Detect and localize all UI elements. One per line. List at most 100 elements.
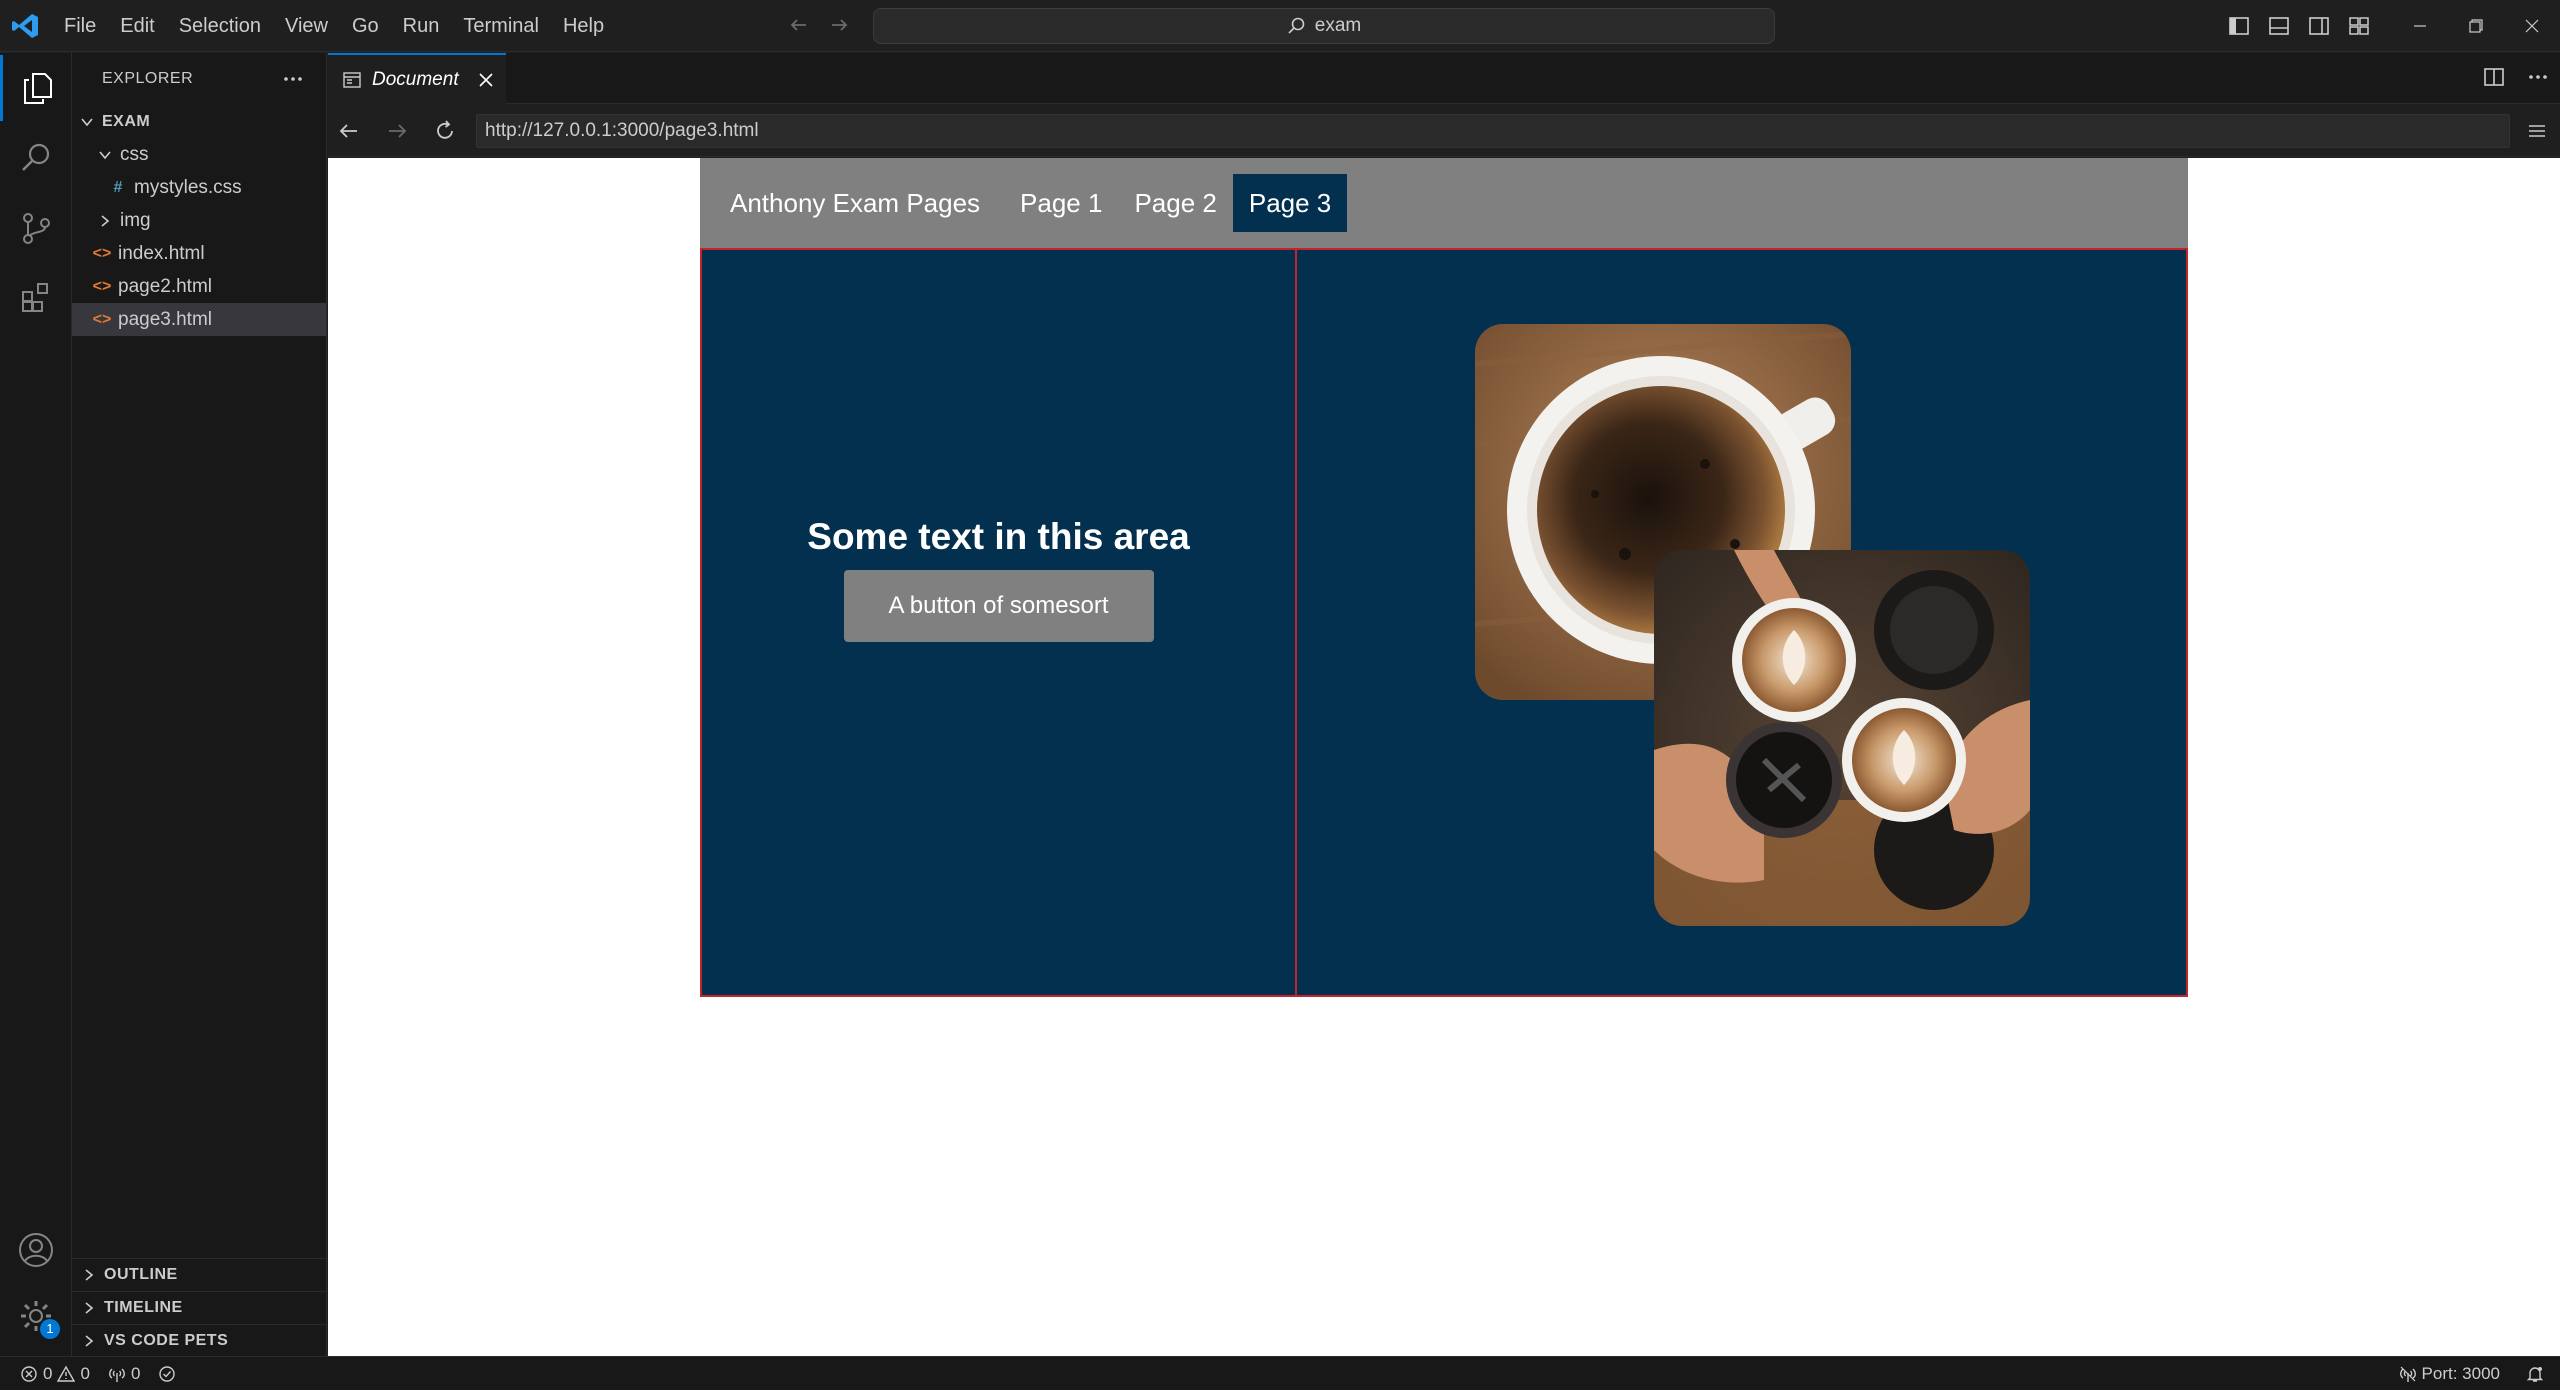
search-icon <box>18 140 54 176</box>
outline-section[interactable]: OUTLINE <box>72 1258 326 1291</box>
toggle-primary-sidebar-icon[interactable] <box>2226 13 2252 39</box>
tree-item-label: img <box>120 209 151 231</box>
menu-file[interactable]: File <box>52 9 108 43</box>
source-control-icon <box>18 210 54 246</box>
settings-badge: 1 <box>40 1319 60 1339</box>
back-arrow-icon[interactable] <box>786 12 812 38</box>
status-bar-left: 0 0 0 <box>20 1357 176 1390</box>
command-center-label: exam <box>1314 15 1362 36</box>
explorer-header: EXPLORER <box>72 53 326 105</box>
site-brand[interactable]: Anthony Exam Pages <box>728 188 982 219</box>
tree-item-mystyles-css[interactable]: # mystyles.css <box>72 171 326 204</box>
chevron-down-icon <box>96 146 114 164</box>
minimize-icon[interactable] <box>2392 0 2448 52</box>
tab-label: Document <box>372 68 459 90</box>
forward-arrow-icon[interactable] <box>826 12 852 38</box>
preview-icon <box>342 70 362 90</box>
problems-indicator[interactable]: 0 0 <box>20 1364 90 1384</box>
menu-view[interactable]: View <box>273 9 340 43</box>
url-input[interactable]: http://127.0.0.1:3000/page3.html <box>476 114 2510 148</box>
more-actions-icon[interactable] <box>2526 65 2550 89</box>
close-tab-icon[interactable] <box>477 71 495 89</box>
menu-terminal[interactable]: Terminal <box>451 9 551 43</box>
vscode-logo-icon <box>10 12 40 40</box>
coffee-hands-image <box>1654 550 2030 926</box>
tree-item-label: page2.html <box>118 275 213 297</box>
antenna-icon <box>108 1365 126 1383</box>
workspace-folder[interactable]: EXAM <box>72 105 326 138</box>
accounts-activity[interactable] <box>0 1217 72 1283</box>
tree-item-img-folder[interactable]: img <box>72 204 326 237</box>
status-bar: 0 0 0 Port: 3000 <box>0 1356 2560 1390</box>
error-count: 0 <box>43 1363 53 1383</box>
manage-activity[interactable]: 1 <box>0 1283 72 1349</box>
tree-item-page3-html[interactable]: <> page3.html <box>72 303 326 336</box>
tree-item-index-html[interactable]: <> index.html <box>72 237 326 270</box>
nav-link-page-3[interactable]: Page 3 <box>1232 174 1348 232</box>
customize-layout-icon[interactable] <box>2346 13 2372 39</box>
cta-button[interactable]: A button of somesort <box>843 569 1154 642</box>
menu-run[interactable]: Run <box>391 9 452 43</box>
menu-help[interactable]: Help <box>551 9 616 43</box>
toggle-secondary-sidebar-icon[interactable] <box>2306 13 2332 39</box>
browser-menu-icon[interactable] <box>2524 118 2550 144</box>
error-icon <box>20 1365 38 1383</box>
source-control-activity[interactable] <box>0 195 72 261</box>
ports-indicator[interactable]: 0 <box>108 1364 140 1384</box>
browser-forward-icon[interactable] <box>384 118 410 144</box>
menu-go[interactable]: Go <box>340 9 391 43</box>
timeline-section[interactable]: TIMELINE <box>72 1291 326 1324</box>
close-window-icon[interactable] <box>2504 0 2560 52</box>
ports-count: 0 <box>130 1363 141 1383</box>
extensions-activity[interactable] <box>0 265 72 331</box>
workspace-folder-label: EXAM <box>102 112 151 130</box>
vscode-pets-section[interactable]: VS CODE PETS <box>72 1324 326 1357</box>
restore-icon[interactable] <box>2448 0 2504 52</box>
explorer-activity[interactable] <box>0 55 72 121</box>
window-controls <box>2392 0 2560 52</box>
browser-back-icon[interactable] <box>336 118 362 144</box>
editor-tabs: Document <box>328 53 2560 104</box>
hero-heading: Some text in this area <box>807 515 1190 557</box>
site-navbar: Anthony Exam Pages Page 1 Page 2 Page 3 <box>700 158 2188 248</box>
chevron-down-icon <box>78 113 96 131</box>
site-page: Anthony Exam Pages Page 1 Page 2 Page 3 … <box>700 158 2188 997</box>
split-editor-icon[interactable] <box>2482 65 2506 89</box>
site-content: Some text in this area A button of somes… <box>700 248 2188 997</box>
tree-item-css-folder[interactable]: css <box>72 138 326 171</box>
command-center-search[interactable]: exam <box>873 8 1775 44</box>
chevron-right-icon <box>96 212 114 230</box>
reload-icon[interactable] <box>432 118 458 144</box>
html-file-icon: <> <box>92 310 112 328</box>
chevron-right-icon <box>80 1299 98 1317</box>
activity-bar: 1 <box>0 53 72 1356</box>
search-activity[interactable] <box>0 125 72 191</box>
html-file-icon: <> <box>92 244 112 262</box>
check-indicator[interactable] <box>158 1365 176 1383</box>
tab-document[interactable]: Document <box>328 53 506 104</box>
live-server-port[interactable]: Port: 3000 <box>2399 1364 2500 1384</box>
more-actions-icon[interactable] <box>282 68 304 90</box>
text-column: Some text in this area A button of somes… <box>702 250 1297 995</box>
history-navigation <box>786 12 852 38</box>
menu-edit[interactable]: Edit <box>108 9 166 43</box>
menu-selection[interactable]: Selection <box>167 9 273 43</box>
tree-item-page2-html[interactable]: <> page2.html <box>72 270 326 303</box>
html-file-icon: <> <box>92 277 112 295</box>
menu-bar: File Edit Selection View Go Run Terminal… <box>52 0 616 52</box>
section-label: TIMELINE <box>104 1299 183 1316</box>
files-icon <box>20 70 56 106</box>
section-label: VS CODE PETS <box>104 1332 229 1349</box>
check-circle-icon <box>158 1365 176 1383</box>
simple-browser-toolbar: http://127.0.0.1:3000/page3.html <box>328 105 2560 157</box>
chevron-right-icon <box>80 1332 98 1350</box>
title-bar-controls <box>2212 0 2560 52</box>
image-column <box>1297 250 2186 995</box>
web-preview: Anthony Exam Pages Page 1 Page 2 Page 3 … <box>328 158 2560 1356</box>
notifications[interactable] <box>2526 1365 2544 1383</box>
title-bar: File Edit Selection View Go Run Terminal… <box>0 0 2560 52</box>
nav-link-page-1[interactable]: Page 1 <box>1004 174 1118 232</box>
bell-icon <box>2526 1365 2544 1383</box>
nav-link-page-2[interactable]: Page 2 <box>1118 174 1232 232</box>
toggle-panel-icon[interactable] <box>2266 13 2292 39</box>
